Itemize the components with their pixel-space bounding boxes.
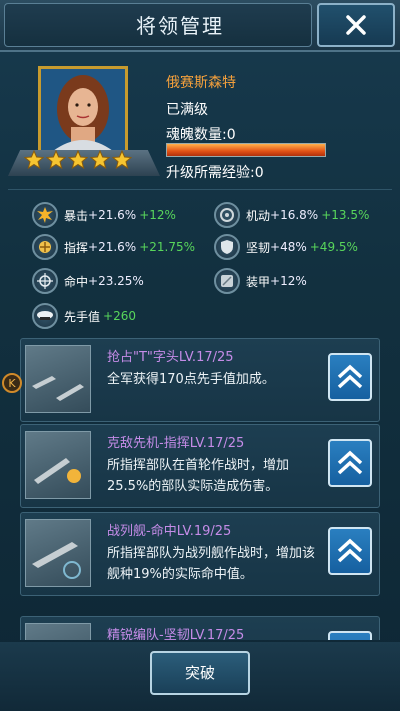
commander-management-screen: 将领管理 俄赛斯森特 已满级 魂魄数量:0 升级所需经验:0 暴击 +21.6%…: [0, 0, 400, 711]
stat-crit: 暴击 +21.6% +12%: [32, 201, 176, 229]
crosshair-icon: [32, 268, 58, 294]
double-chevron-up-icon: [337, 450, 363, 475]
stat-label: 先手值: [64, 309, 101, 324]
stat-value: +260: [103, 309, 136, 323]
shield-icon: [214, 234, 240, 260]
stat-value: +16.8%: [270, 208, 319, 222]
skill-description: 全军获得170点先手值加成。: [107, 372, 275, 387]
exp-progress-bar: [166, 143, 326, 157]
stat-label: 暴击: [64, 208, 89, 223]
skill-list[interactable]: 抢占"T"字头LV.17/25 全军获得170点先手值加成。 克敌先机-指挥LV…: [0, 336, 400, 640]
skill-thumbnail-battleship: [25, 519, 91, 587]
stat-toughness: 坚韧 +48% +49.5%: [214, 233, 358, 261]
star-icon: [68, 149, 88, 170]
stat-mobility: 机动 +16.8% +13.5%: [214, 201, 369, 229]
skill-thumbnail-ships: [25, 345, 91, 413]
stat-label: 装甲: [246, 274, 271, 289]
stat-bonus: +49.5%: [309, 240, 358, 254]
stat-command: 指挥 +21.6% +21.75%: [32, 233, 195, 261]
gear-wheel-icon: [214, 202, 240, 228]
command-burst-icon: [32, 234, 58, 260]
explosion-icon: [32, 202, 58, 228]
skill-description: 所指挥部队在首轮作战时，增加25.5%的部队实际造成伤害。: [107, 458, 290, 494]
stat-bonus: +13.5%: [321, 208, 370, 222]
upgrade-button[interactable]: [328, 439, 372, 487]
skill-title: 抢占"T"字头LV.17/25: [107, 350, 234, 365]
upgrade-button[interactable]: [328, 527, 372, 575]
skill-card: 克敌先机-指挥LV.17/25 所指挥部队在首轮作战时，增加25.5%的部队实际…: [20, 424, 380, 508]
commander-portrait[interactable]: [38, 66, 128, 154]
breakthrough-button[interactable]: 突破: [150, 651, 250, 695]
double-chevron-up-icon: [337, 364, 363, 389]
max-level-text: 已满级: [166, 102, 208, 118]
stat-accuracy: 命中 +23.25%: [32, 267, 147, 295]
stat-armor: 装甲 +12%: [214, 267, 310, 295]
star-icon: [24, 149, 44, 170]
stat-value: +48%: [270, 240, 307, 254]
stat-value: +23.25%: [88, 274, 144, 288]
star-icon: [90, 149, 110, 170]
star-icon: [112, 149, 132, 170]
star-rating: [24, 149, 132, 173]
double-chevron-up-icon: [337, 538, 363, 563]
stat-bonus: +21.75%: [139, 240, 196, 254]
upgrade-button[interactable]: [328, 631, 372, 640]
stat-label: 坚韧: [246, 240, 271, 255]
skill-title: 克敌先机-指挥LV.17/25: [107, 436, 245, 451]
stat-initiative: 先手值 +260: [32, 302, 136, 330]
close-button[interactable]: [317, 3, 395, 47]
stat-value: +12%: [270, 274, 307, 288]
stat-bonus: +12%: [139, 208, 176, 222]
skill-title: 战列舰-命中LV.19/25: [107, 524, 232, 539]
portrait-image: [41, 69, 125, 151]
skill-title: 精锐编队-坚韧LV.17/25: [107, 628, 245, 640]
exp-progress-fill: [167, 144, 325, 156]
side-menu-badge[interactable]: K: [2, 373, 22, 393]
stat-label: 指挥: [64, 240, 89, 255]
header: 将领管理: [0, 0, 400, 52]
skill-card: 战列舰-命中LV.19/25 所指挥部队为战列舰作战时，增加该舰种19%的实际命…: [20, 512, 380, 596]
skill-card: 抢占"T"字头LV.17/25 全军获得170点先手值加成。: [20, 338, 380, 422]
divider: [8, 189, 392, 190]
skill-thumbnail-command: [25, 431, 91, 499]
close-icon: [346, 15, 366, 35]
soul-count: 魂魄数量:0: [166, 127, 236, 143]
stat-label: 机动: [246, 208, 271, 223]
star-icon: [46, 149, 66, 170]
armor-plate-icon: [214, 268, 240, 294]
skill-card: 精锐编队-坚韧LV.17/25: [20, 616, 380, 640]
stat-value: +21.6%: [88, 208, 137, 222]
skill-thumbnail-fleet: [25, 623, 91, 640]
commander-name: 俄赛斯森特: [166, 75, 236, 91]
stat-value: +21.6%: [88, 240, 137, 254]
upgrade-button[interactable]: [328, 353, 372, 401]
page-title: 将领管理: [136, 14, 224, 38]
skill-description: 所指挥部队为战列舰作战时，增加该舰种19%的实际命中值。: [107, 546, 316, 582]
exp-required: 升级所需经验:0: [166, 165, 264, 181]
officer-cap-icon: [32, 303, 58, 329]
stat-label: 命中: [64, 274, 89, 289]
